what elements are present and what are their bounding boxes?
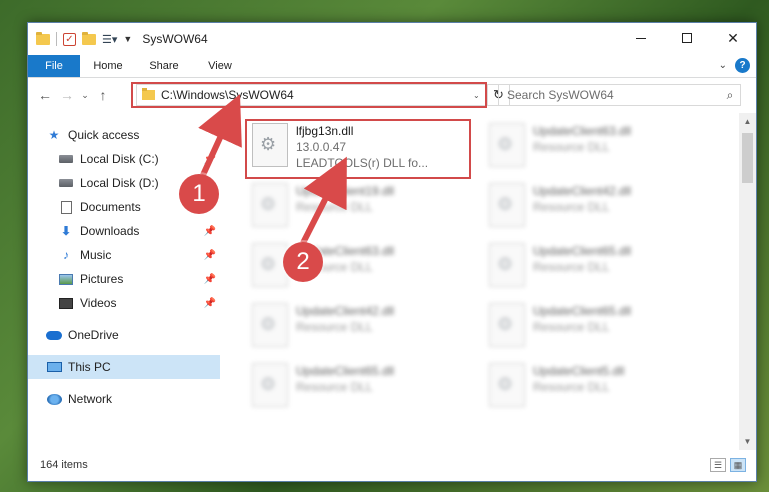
dll-file-icon: [252, 123, 288, 167]
file-item[interactable]: UpdateClient65.dll Resource DLL: [248, 359, 476, 415]
item-count: 164 items: [40, 459, 88, 471]
up-arrow-icon[interactable]: ↑: [92, 87, 114, 103]
window-title: SysWOW64: [142, 32, 208, 46]
video-icon: [59, 297, 73, 309]
sidebar-item-downloads[interactable]: ⬇ Downloads 📌: [28, 219, 220, 243]
new-folder-icon[interactable]: [82, 31, 96, 45]
large-icons-view-icon[interactable]: ▦: [730, 458, 746, 472]
properties-check-icon[interactable]: ✓: [63, 32, 76, 46]
scroll-down-icon[interactable]: ▼: [739, 433, 756, 450]
tab-view[interactable]: View: [192, 55, 248, 77]
sidebar-item-quick-access[interactable]: ★ Quick access: [28, 123, 220, 147]
minimize-icon: [636, 37, 646, 39]
document-icon: [60, 200, 72, 214]
file-item[interactable]: UpdateClient63.dll Resource DLL: [248, 239, 476, 295]
maximize-icon: [682, 33, 692, 43]
music-icon: ♪: [63, 248, 69, 262]
download-icon: ⬇: [60, 224, 72, 238]
search-box[interactable]: ⌕: [498, 84, 741, 106]
sidebar-item-network[interactable]: Network: [28, 387, 220, 411]
customize-toolbar-dropdown-icon[interactable]: ▼: [123, 34, 132, 44]
scroll-up-icon[interactable]: ▲: [739, 113, 756, 130]
step-badge-1: 1: [179, 174, 219, 214]
address-path[interactable]: C:\Windows\SysWOW64: [161, 88, 473, 102]
back-arrow-icon[interactable]: ←: [34, 87, 56, 103]
sidebar-item-local-disk-c[interactable]: Local Disk (C:) 📌: [28, 147, 220, 171]
sidebar-item-videos[interactable]: Videos 📌: [28, 291, 220, 315]
quick-access-toolbar: ✓ ☰▾ ▼: [28, 31, 132, 46]
expand-ribbon-icon[interactable]: ⌄: [719, 60, 727, 71]
pin-icon[interactable]: 📌: [204, 154, 216, 165]
scroll-thumb[interactable]: [742, 133, 753, 183]
sidebar-item-music[interactable]: ♪ Music 📌: [28, 243, 220, 267]
sidebar-item-pictures[interactable]: Pictures 📌: [28, 267, 220, 291]
disk-icon: [59, 155, 73, 163]
file-name: lfjbg13n.dll: [296, 124, 354, 138]
network-icon: [46, 393, 62, 405]
view-options-icon[interactable]: ☰▾: [102, 33, 117, 46]
dll-file-icon: [489, 123, 525, 167]
ribbon-tabs: File Home Share View ⌄ ?: [28, 55, 756, 78]
file-item-lfjbg13n[interactable]: lfjbg13n.dll 13.0.0.47 LEADTOOLS(r) DLL …: [248, 119, 476, 175]
close-icon: ✕: [727, 29, 739, 46]
navigation-bar: ← → ⌄ ↑ C:\Windows\SysWOW64 ⌄ ↻ ⌕: [28, 78, 756, 112]
dll-file-icon: [489, 303, 525, 347]
maximize-button[interactable]: [664, 23, 710, 53]
dll-file-icon: [489, 183, 525, 227]
dll-file-icon: [252, 303, 288, 347]
tab-file[interactable]: File: [28, 55, 80, 77]
dll-file-icon: [252, 183, 288, 227]
disk-icon: [59, 179, 73, 187]
cloud-icon: [46, 330, 62, 340]
details-view-icon[interactable]: ☰: [710, 458, 726, 472]
folder-icon: [142, 88, 155, 100]
file-item[interactable]: UpdateClient5.dll Resource DLL: [485, 359, 713, 415]
sidebar-item-onedrive[interactable]: OneDrive: [28, 323, 220, 347]
file-item[interactable]: UpdateClient65.dll Resource DLL: [485, 239, 713, 295]
sidebar-item-this-pc[interactable]: This PC: [28, 355, 220, 379]
help-icon[interactable]: ?: [735, 58, 750, 73]
navigation-pane: ★ Quick access Local Disk (C:) 📌 Local D…: [28, 113, 220, 450]
vertical-scrollbar[interactable]: ▲ ▼: [739, 113, 756, 450]
search-icon[interactable]: ⌕: [720, 88, 740, 103]
minimize-button[interactable]: [618, 23, 664, 53]
search-input[interactable]: [507, 88, 720, 102]
address-bar[interactable]: C:\Windows\SysWOW64 ⌄: [136, 84, 488, 106]
file-item[interactable]: UpdateClient42.dll Resource DLL: [485, 179, 713, 235]
file-item[interactable]: UpdateClient19.dll Resource DLL: [248, 179, 476, 235]
close-button[interactable]: ✕: [710, 23, 756, 53]
pin-icon[interactable]: 📌: [204, 298, 216, 309]
computer-icon: [46, 362, 62, 372]
address-dropdown-icon[interactable]: ⌄: [473, 91, 487, 100]
file-version: 13.0.0.47: [296, 140, 347, 154]
dll-file-icon: [489, 363, 525, 407]
pin-icon[interactable]: 📌: [204, 274, 216, 285]
forward-arrow-icon[interactable]: →: [56, 87, 78, 103]
step-badge-2: 2: [283, 242, 323, 282]
folder-icon: [36, 31, 50, 45]
tab-home[interactable]: Home: [80, 55, 136, 77]
pin-icon[interactable]: 📌: [204, 250, 216, 261]
file-description: LEADTOOLS(r) DLL fo...: [296, 156, 429, 170]
file-item[interactable]: UpdateClient65.dll Resource DLL: [485, 299, 713, 355]
file-item[interactable]: UpdateClient42.dll Resource DLL: [248, 299, 476, 355]
status-bar: 164 items ☰ ▦: [28, 449, 756, 481]
explorer-window: ✓ ☰▾ ▼ SysWOW64 ✕ File Home Share View ⌄…: [27, 22, 757, 482]
recent-locations-chevron-icon[interactable]: ⌄: [78, 90, 92, 101]
file-item[interactable]: UpdateClient63.dll Resource DLL: [485, 119, 713, 175]
pictures-icon: [59, 273, 73, 285]
dll-file-icon: [489, 243, 525, 287]
tab-share[interactable]: Share: [136, 55, 192, 77]
pin-icon[interactable]: 📌: [204, 226, 216, 237]
dll-file-icon: [252, 363, 288, 407]
star-icon: ★: [48, 128, 60, 142]
title-bar: ✓ ☰▾ ▼ SysWOW64 ✕: [28, 23, 756, 55]
